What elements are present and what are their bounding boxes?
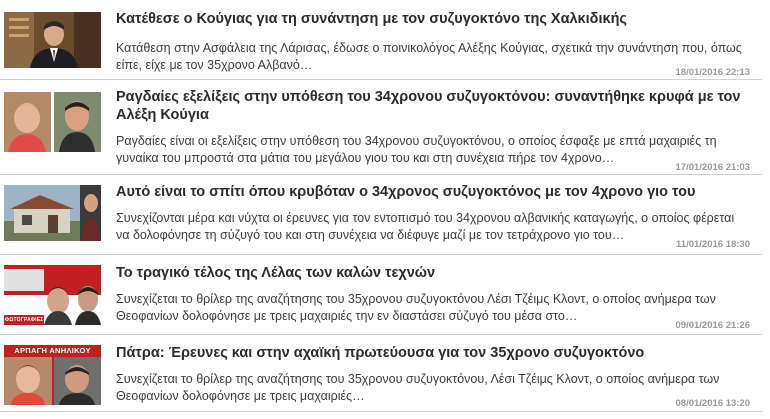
news-item[interactable]: ΑΡΠΑΓΗ ΑΝΗΛΙΚΟΥ Πάτρα: Έρευνες και στην …	[0, 335, 762, 412]
victim-and-suspect-photo-image	[4, 265, 101, 325]
article-thumbnail[interactable]	[4, 92, 101, 152]
thumbnail-banner: ΑΡΠΑΓΗ ΑΝΗΛΙΚΟΥ	[14, 346, 91, 355]
article-excerpt: Συνεχίζονται μέρα και νύχτα οι έρευνες γ…	[116, 211, 735, 242]
thumbnail-caption: ΦΩΤΟΓΡΑΦΙΕΣ	[5, 317, 43, 323]
news-item[interactable]: Αυτό είναι το σπίτι όπου κρυβόταν ο 34χρ…	[0, 175, 762, 255]
article-date: 09/01/2016 21:26	[671, 320, 750, 331]
article-date: 08/01/2016 13:20	[671, 398, 750, 409]
article-thumbnail[interactable]	[4, 12, 101, 68]
article-title[interactable]: Κατέθεσε ο Κούγιας για τη συνάντηση με τ…	[116, 10, 748, 28]
house-photo-image	[4, 185, 101, 241]
news-item[interactable]: ΦΩΤΟΓΡΑΦΙΕΣ Το τραγικό τέλος της Λέλας τ…	[0, 255, 762, 335]
news-item[interactable]: Κατέθεσε ο Κούγιας για τη συνάντηση με τ…	[0, 0, 762, 80]
lawyer-photo-image	[4, 12, 101, 68]
article-title[interactable]: Αυτό είναι το σπίτι όπου κρυβόταν ο 34χρ…	[116, 183, 748, 201]
child-and-man-photo-image	[4, 92, 101, 152]
article-thumbnail[interactable]: ΦΩΤΟΓΡΑΦΙΕΣ	[4, 265, 101, 325]
news-item[interactable]: Ραγδαίες εξελίξεις στην υπόθεση του 34χρ…	[0, 80, 762, 175]
article-date: 17/01/2016 21:03	[671, 162, 750, 173]
article-excerpt: Συνεχίζεται το θρίλερ της αναζήτησης του…	[116, 372, 720, 403]
article-title[interactable]: Το τραγικό τέλος της Λέλας των καλών τεχ…	[116, 264, 748, 282]
article-excerpt: Κατάθεση στην Ασφάλεια της Λάρισας, έδωσ…	[116, 41, 742, 72]
article-excerpt: Ραγδαίες είναι οι εξελίξεις στην υπόθεση…	[116, 134, 717, 165]
article-title[interactable]: Ραγδαίες εξελίξεις στην υπόθεση του 34χρ…	[116, 88, 748, 124]
article-title[interactable]: Πάτρα: Έρευνες και στην αχαϊκή πρωτεύουσ…	[116, 344, 748, 362]
article-thumbnail[interactable]: ΑΡΠΑΓΗ ΑΝΗΛΙΚΟΥ	[4, 345, 101, 405]
article-excerpt: Συνεχίζεται το θρίλερ της αναζήτησης του…	[116, 292, 716, 323]
article-date: 11/01/2016 18:30	[672, 239, 750, 250]
article-date: 18/01/2016 22:13	[671, 67, 750, 78]
news-list: Κατέθεσε ο Κούγιας για τη συνάντηση με τ…	[0, 0, 770, 419]
article-thumbnail[interactable]	[4, 185, 101, 241]
